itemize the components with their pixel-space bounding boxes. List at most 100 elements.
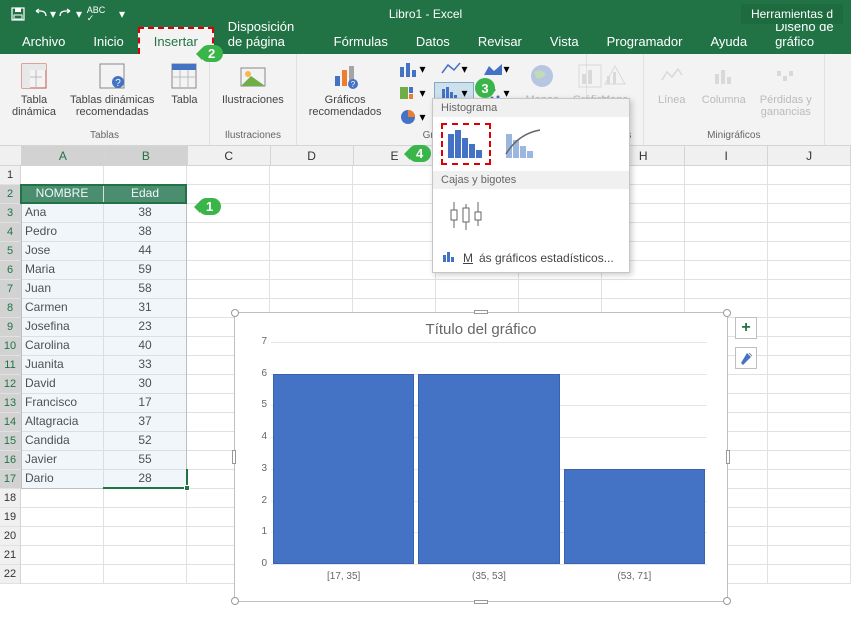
row-header-18[interactable]: 18 bbox=[0, 489, 21, 508]
cell-D3[interactable] bbox=[270, 204, 353, 223]
row-header-21[interactable]: 21 bbox=[0, 546, 21, 565]
cell-J10[interactable] bbox=[768, 337, 851, 356]
row-header-8[interactable]: 8 bbox=[0, 299, 21, 318]
cell-I3[interactable] bbox=[685, 204, 768, 223]
cell-B5[interactable]: 44 bbox=[104, 242, 187, 261]
sparkline-col-button[interactable]: Columna bbox=[698, 58, 750, 108]
row-header-9[interactable]: 9 bbox=[0, 318, 21, 337]
cell-A16[interactable]: Javier bbox=[21, 451, 104, 470]
tab-archivo[interactable]: Archivo bbox=[8, 29, 79, 54]
cell-A19[interactable] bbox=[21, 508, 104, 527]
cell-A6[interactable]: Maria bbox=[21, 261, 104, 280]
column-chart-icon[interactable]: ▾ bbox=[392, 58, 432, 80]
cell-C5[interactable] bbox=[187, 242, 270, 261]
cell-B6[interactable]: 59 bbox=[104, 261, 187, 280]
row-header-19[interactable]: 19 bbox=[0, 508, 21, 527]
cell-I5[interactable] bbox=[685, 242, 768, 261]
cell-E2[interactable] bbox=[353, 185, 436, 204]
cell-J17[interactable] bbox=[768, 470, 851, 489]
cell-J3[interactable] bbox=[768, 204, 851, 223]
cell-A14[interactable]: Altagracia bbox=[21, 413, 104, 432]
cell-A2[interactable]: NOMBRE bbox=[21, 185, 104, 204]
cell-B10[interactable]: 40 bbox=[104, 337, 187, 356]
cell-B15[interactable]: 52 bbox=[104, 432, 187, 451]
cell-A5[interactable]: Jose bbox=[21, 242, 104, 261]
cell-B19[interactable] bbox=[104, 508, 187, 527]
embedded-chart[interactable]: + Título del gráfico 01234567[17, 35](35… bbox=[234, 312, 728, 602]
cell-D5[interactable] bbox=[270, 242, 353, 261]
cell-E1[interactable] bbox=[353, 166, 436, 185]
cell-I2[interactable] bbox=[685, 185, 768, 204]
row-header-11[interactable]: 11 bbox=[0, 356, 21, 375]
row-header-2[interactable]: 2 bbox=[0, 185, 21, 204]
row-header-7[interactable]: 7 bbox=[0, 280, 21, 299]
tab-programador[interactable]: Programador bbox=[593, 29, 697, 54]
cell-A4[interactable]: Pedro bbox=[21, 223, 104, 242]
row-header-4[interactable]: 4 bbox=[0, 223, 21, 242]
sparkline-line-button[interactable]: Línea bbox=[652, 58, 692, 108]
cell-A12[interactable]: David bbox=[21, 375, 104, 394]
row-header-13[interactable]: 13 bbox=[0, 394, 21, 413]
row-header-15[interactable]: 15 bbox=[0, 432, 21, 451]
row-header-22[interactable]: 22 bbox=[0, 565, 21, 584]
cell-A17[interactable]: Dario bbox=[21, 470, 104, 489]
cell-C4[interactable] bbox=[187, 223, 270, 242]
cell-J19[interactable] bbox=[768, 508, 851, 527]
illustrations-button[interactable]: Ilustraciones bbox=[218, 58, 288, 108]
row-header-5[interactable]: 5 bbox=[0, 242, 21, 261]
line-chart-icon[interactable]: ▾ bbox=[434, 58, 474, 80]
cell-J5[interactable] bbox=[768, 242, 851, 261]
cell-B21[interactable] bbox=[104, 546, 187, 565]
cell-I7[interactable] bbox=[685, 280, 768, 299]
tab-disposicion[interactable]: Disposición de página bbox=[214, 14, 320, 54]
row-header-12[interactable]: 12 bbox=[0, 375, 21, 394]
col-header-C[interactable]: C bbox=[188, 146, 271, 165]
cell-G7[interactable] bbox=[519, 280, 602, 299]
cell-A9[interactable]: Josefina bbox=[21, 318, 104, 337]
recommended-charts-button[interactable]: ? Gráficos recomendados bbox=[305, 58, 386, 120]
chart-elements-button[interactable]: + bbox=[735, 317, 757, 339]
chart-bar-0[interactable] bbox=[273, 374, 414, 564]
cell-F7[interactable] bbox=[436, 280, 519, 299]
cell-D4[interactable] bbox=[270, 223, 353, 242]
cell-B8[interactable]: 31 bbox=[104, 299, 187, 318]
tab-vista[interactable]: Vista bbox=[536, 29, 593, 54]
cell-D2[interactable] bbox=[270, 185, 353, 204]
redo-icon[interactable]: ▾ bbox=[58, 3, 82, 25]
cell-C7[interactable] bbox=[187, 280, 270, 299]
histogram-option[interactable] bbox=[441, 123, 491, 165]
cell-B9[interactable]: 23 bbox=[104, 318, 187, 337]
cell-J21[interactable] bbox=[768, 546, 851, 565]
cell-J1[interactable] bbox=[768, 166, 851, 185]
cell-J2[interactable] bbox=[768, 185, 851, 204]
col-header-D[interactable]: D bbox=[271, 146, 354, 165]
cell-B7[interactable]: 58 bbox=[104, 280, 187, 299]
cell-E7[interactable] bbox=[353, 280, 436, 299]
cell-J22[interactable] bbox=[768, 565, 851, 584]
row-header-17[interactable]: 17 bbox=[0, 470, 21, 489]
spellcheck-icon[interactable]: ABC✓ bbox=[84, 3, 108, 25]
cell-B18[interactable] bbox=[104, 489, 187, 508]
cell-I4[interactable] bbox=[685, 223, 768, 242]
cell-B1[interactable] bbox=[104, 166, 187, 185]
cell-A22[interactable] bbox=[21, 565, 104, 584]
cell-E5[interactable] bbox=[353, 242, 436, 261]
col-header-A[interactable]: A bbox=[22, 146, 105, 165]
cell-A15[interactable]: Candida bbox=[21, 432, 104, 451]
pivot-table-button[interactable]: Tabla dinámica bbox=[8, 58, 60, 120]
row-header-20[interactable]: 20 bbox=[0, 527, 21, 546]
cell-C1[interactable] bbox=[187, 166, 270, 185]
cell-A8[interactable]: Carmen bbox=[21, 299, 104, 318]
cell-A11[interactable]: Juanita bbox=[21, 356, 104, 375]
cell-B20[interactable] bbox=[104, 527, 187, 546]
cell-H7[interactable] bbox=[602, 280, 685, 299]
cell-J12[interactable] bbox=[768, 375, 851, 394]
cell-B16[interactable]: 55 bbox=[104, 451, 187, 470]
pareto-option[interactable] bbox=[499, 123, 549, 165]
cell-J18[interactable] bbox=[768, 489, 851, 508]
cell-B13[interactable]: 17 bbox=[104, 394, 187, 413]
row-header-10[interactable]: 10 bbox=[0, 337, 21, 356]
chart-bar-1[interactable] bbox=[418, 374, 559, 564]
cell-B3[interactable]: 38 bbox=[104, 204, 187, 223]
area-chart-icon[interactable]: ▾ bbox=[476, 58, 516, 80]
